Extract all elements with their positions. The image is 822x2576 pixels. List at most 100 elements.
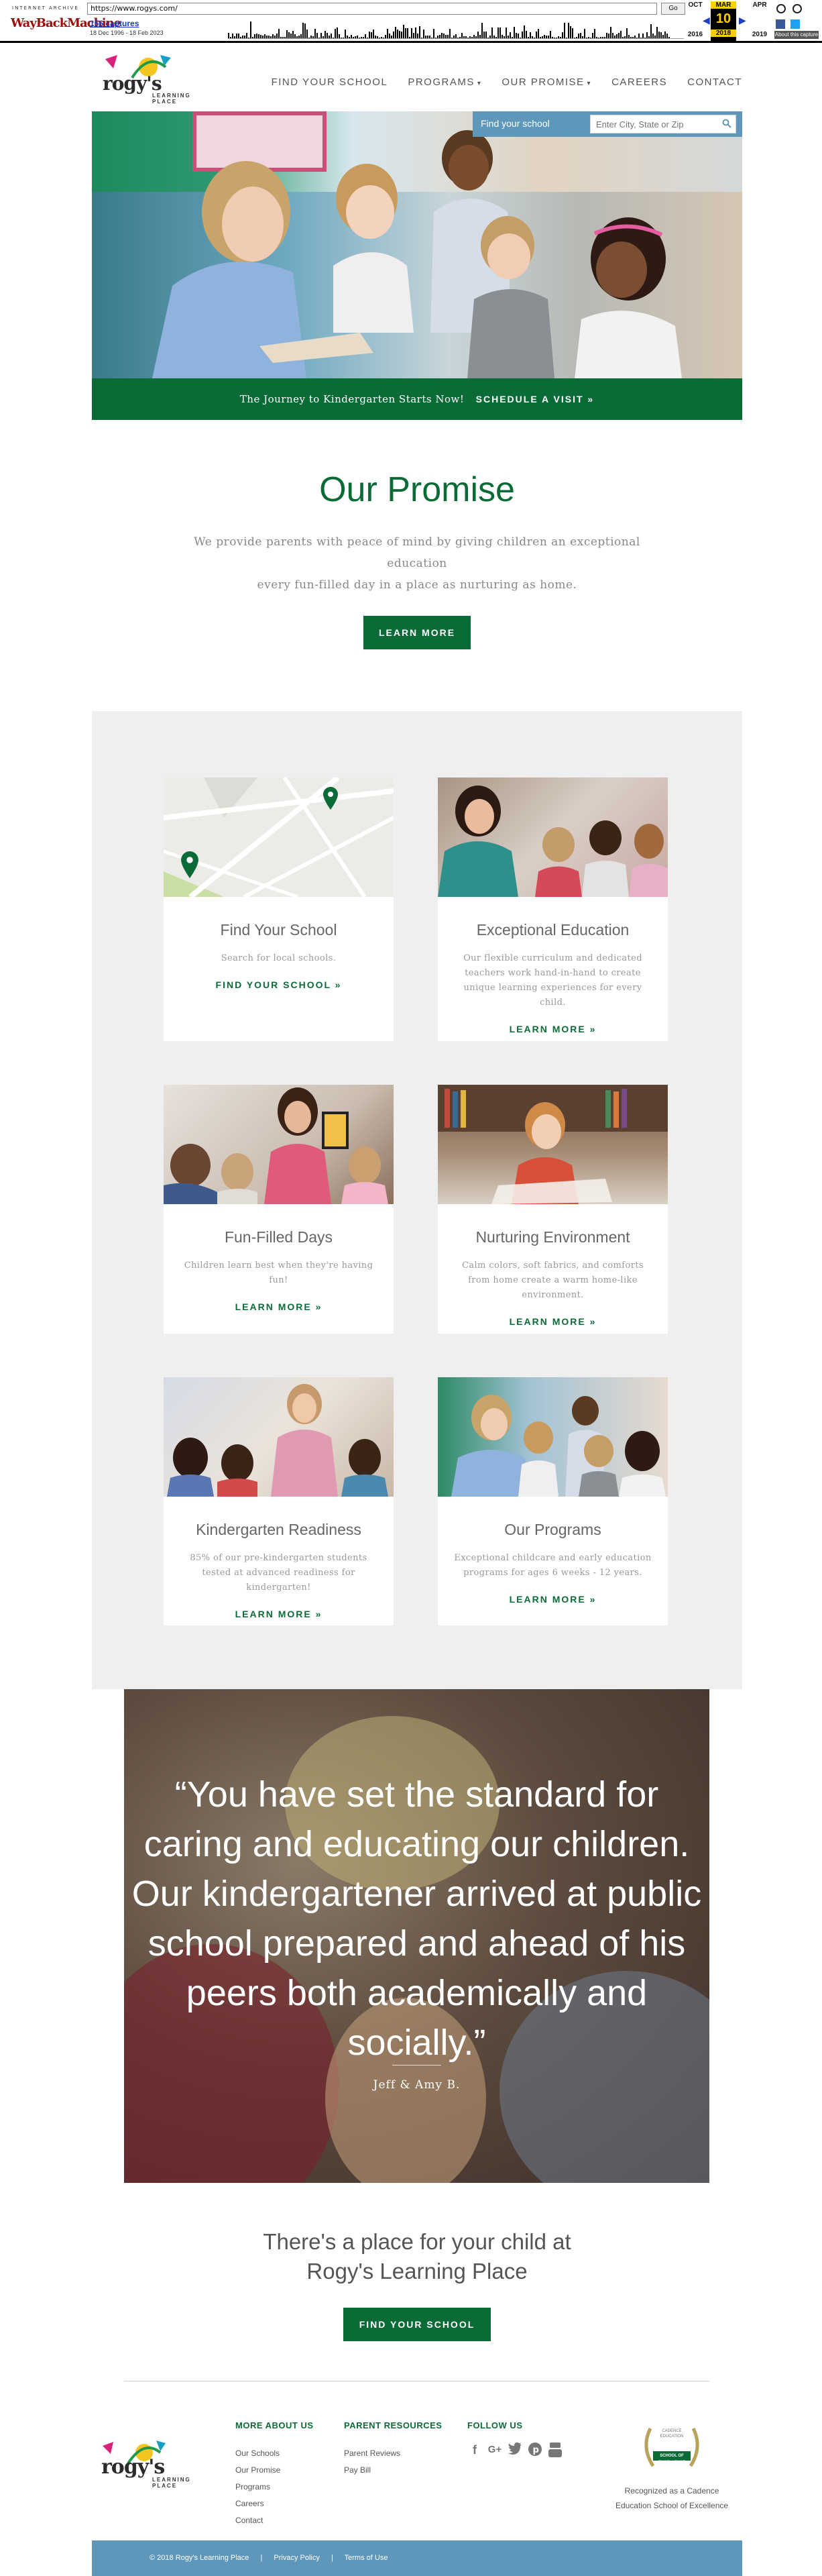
histogram-bar (455, 34, 457, 38)
footer-link-pay-bill[interactable]: Pay Bill (344, 2462, 442, 2479)
privacy-policy-link[interactable]: Privacy Policy (274, 2554, 319, 2562)
histogram-bar (502, 35, 503, 38)
histogram-bar (337, 28, 338, 38)
google-plus-icon[interactable]: G+ (487, 2443, 502, 2457)
histogram-bar (407, 28, 408, 38)
wayback-captures-link[interactable]: 156 captures (90, 19, 139, 28)
histogram-bar (377, 36, 378, 38)
histogram-bar (668, 37, 670, 38)
terms-of-use-link[interactable]: Terms of Use (345, 2554, 388, 2562)
card-link[interactable]: LEARN MORE » (164, 1609, 394, 1619)
histogram-bar (300, 34, 302, 38)
histogram-bar (439, 35, 441, 38)
footer-link-careers[interactable]: Careers (235, 2496, 314, 2512)
hero-image (92, 111, 742, 378)
facebook-icon[interactable]: f (467, 2443, 482, 2457)
histogram-bar (393, 32, 394, 38)
pinterest-icon[interactable]: p (528, 2443, 542, 2457)
child-reading-illustration (438, 1085, 668, 1204)
wayback-capture-histogram[interactable] (228, 16, 684, 39)
map-image (164, 777, 394, 897)
footer-link-programs[interactable]: Programs (235, 2479, 314, 2496)
school-of-excellence-badge: CADENCE EDUCATION SCHOOL OF EXCELLENCE R… (615, 2422, 729, 2513)
histogram-bar (244, 36, 245, 38)
wayback-about-capture[interactable]: About this capture (774, 31, 819, 39)
wayback-next-month[interactable]: APR 2019 (747, 1, 772, 38)
search-input[interactable] (591, 115, 711, 133)
card-link[interactable]: LEARN MORE » (438, 1316, 668, 1327)
teacher-book-illustration (451, 1395, 666, 1497)
histogram-bar (371, 32, 372, 38)
search-icon[interactable] (722, 119, 731, 128)
histogram-bar (465, 36, 467, 38)
school-search-bar: Find your school (473, 111, 742, 137)
histogram-bar (491, 28, 493, 38)
histogram-bar (314, 29, 316, 38)
histogram-bar (441, 33, 443, 38)
logo-subtitle: LEARNING PLACE (152, 93, 191, 105)
promise-learn-more-button[interactable]: LEARN MORE (363, 616, 471, 649)
main-nav: FIND YOUR SCHOOL PROGRAMS ▾ OUR PROMISE ▾ … (272, 76, 742, 88)
histogram-bar (500, 28, 501, 38)
facebook-share-icon[interactable] (776, 19, 785, 29)
find-your-school-button[interactable]: FIND YOUR SCHOOL (343, 2308, 491, 2341)
histogram-bar (463, 36, 465, 38)
footer-logo[interactable]: rogy's LEARNING PLACE (99, 2436, 190, 2497)
histogram-bar (316, 33, 318, 38)
card-link[interactable]: LEARN MORE » (164, 1301, 394, 1312)
histogram-bar (572, 28, 573, 38)
histogram-bar (260, 35, 261, 38)
card-link[interactable]: LEARN MORE » (438, 1024, 668, 1034)
footer-link-contact[interactable]: Contact (235, 2512, 314, 2529)
social-links: f G+ p (467, 2443, 563, 2457)
teacher-with-kids-image (438, 777, 668, 897)
histogram-bar (296, 36, 298, 38)
card-link[interactable]: FIND YOUR SCHOOL » (164, 979, 394, 990)
next-capture-arrow-icon[interactable]: ▶ (739, 15, 746, 26)
footer-link-parent-reviews[interactable]: Parent Reviews (344, 2445, 442, 2462)
wayback-next-year: 2019 (752, 31, 768, 38)
schedule-visit-link[interactable]: SCHEDULE A VISIT » (476, 394, 595, 405)
youtube-icon[interactable] (548, 2443, 563, 2457)
separator: | (260, 2554, 263, 2562)
footer-link-our-promise[interactable]: Our Promise (235, 2462, 314, 2479)
wayback-url-input[interactable]: https://www.rogys.com/ (87, 3, 657, 15)
nav-label: OUR PROMISE (502, 76, 585, 88)
help-icon[interactable] (792, 4, 803, 13)
wayback-logo[interactable]: INTERNET ARCHIVE WayBackMachine (8, 3, 121, 38)
wayback-current-year: 2018 (711, 30, 736, 37)
histogram-bar (302, 23, 304, 38)
histogram-bar (230, 37, 231, 38)
histogram-bar (469, 36, 471, 38)
histogram-bar (268, 36, 270, 38)
nav-contact[interactable]: CONTACT (687, 76, 742, 88)
twitter-icon[interactable] (508, 2443, 522, 2457)
prev-capture-arrow-icon[interactable]: ◀ (703, 15, 710, 26)
nav-our-promise[interactable]: OUR PROMISE ▾ (502, 76, 591, 88)
story-time-illustration (167, 1384, 388, 1497)
nav-programs[interactable]: PROGRAMS ▾ (408, 76, 481, 88)
wayback-go-button[interactable]: Go (661, 3, 685, 15)
user-icon[interactable] (776, 4, 786, 13)
wayback-current-capture: MAR 10 2018 (711, 1, 736, 42)
histogram-bar (258, 34, 259, 38)
histogram-bar (512, 37, 513, 38)
histogram-bar (584, 29, 585, 38)
histogram-bar (481, 23, 483, 38)
footer-link-our-schools[interactable]: Our Schools (235, 2445, 314, 2462)
twitter-share-icon[interactable] (790, 19, 801, 29)
wayback-prev-month[interactable]: OCT 2016 (683, 1, 708, 38)
histogram-bar (304, 23, 306, 38)
histogram-bar (325, 31, 326, 38)
nav-label: PROGRAMS (408, 76, 475, 88)
seal-main-text: SCHOOL OF EXCELLENCE (658, 2454, 686, 2465)
site-logo[interactable]: rogy's LEARNING PLACE (99, 51, 199, 105)
nav-find-your-school[interactable]: FIND YOUR SCHOOL (272, 76, 388, 88)
testimonial-author: Jeff & Amy B. (373, 2078, 461, 2092)
copyright-text: © 2018 Rogy's Learning Place (150, 2554, 249, 2562)
card-link[interactable]: LEARN MORE » (438, 1594, 668, 1605)
card-title: Find Your School (220, 921, 337, 938)
histogram-bar (401, 32, 402, 38)
histogram-bar (475, 36, 477, 38)
nav-careers[interactable]: CAREERS (611, 76, 667, 88)
